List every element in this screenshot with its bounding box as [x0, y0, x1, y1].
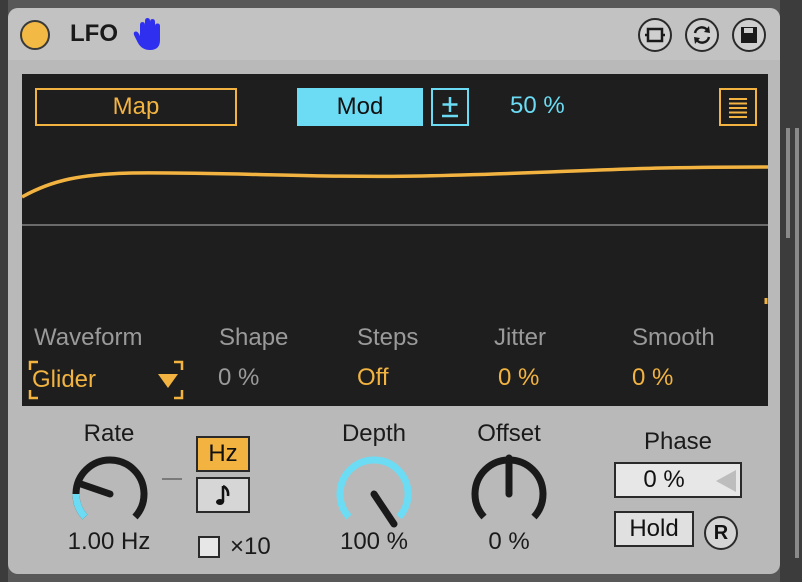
- hand-icon: [132, 16, 164, 52]
- waveform-display: [22, 165, 768, 304]
- right-edge-line: [786, 128, 790, 238]
- note-icon: [216, 484, 230, 505]
- note-button[interactable]: [196, 477, 250, 513]
- x10-label: ×10: [230, 533, 271, 560]
- mod-amount[interactable]: 50 %: [510, 88, 565, 124]
- menu-icon[interactable]: [719, 88, 757, 126]
- waveform-dropdown[interactable]: Glider: [28, 360, 184, 400]
- phase-label: Phase: [643, 428, 713, 455]
- depth-label: Depth: [341, 420, 407, 447]
- steps-value[interactable]: Off: [357, 364, 389, 392]
- phase-slider[interactable]: 0 %: [614, 462, 742, 498]
- device-icon[interactable]: [638, 18, 672, 52]
- depth-value: 100 %: [339, 528, 409, 555]
- waveform-curve: [22, 165, 768, 199]
- right-edge-line-2: [795, 128, 799, 558]
- retrigger-button[interactable]: R: [704, 516, 738, 550]
- jitter-label: Jitter: [494, 324, 547, 351]
- shape-value[interactable]: 0 %: [218, 364, 259, 392]
- x10-checkbox[interactable]: [198, 536, 220, 558]
- jitter-value[interactable]: 0 %: [498, 364, 539, 392]
- rate-value: 1.00 Hz: [67, 528, 151, 555]
- rate-link-line: [162, 478, 182, 480]
- device-title-bar: LFO: [8, 8, 780, 60]
- offset-value: 0 %: [488, 528, 530, 555]
- waveform-value: Glider: [32, 366, 97, 393]
- hold-button[interactable]: Hold: [614, 511, 694, 547]
- steps-label: Steps: [357, 324, 419, 351]
- shape-label: Shape: [219, 324, 289, 351]
- left-edge: [0, 0, 8, 582]
- device-title: LFO: [70, 20, 118, 47]
- save-icon[interactable]: [732, 18, 766, 52]
- waveform-label: Waveform: [34, 324, 143, 351]
- smooth-label: Smooth: [632, 324, 715, 351]
- mod-button[interactable]: Mod: [297, 88, 423, 126]
- lfo-device: LFO Map Mod 50 % Waveform Shape Steps Ji…: [8, 8, 780, 574]
- offset-knob[interactable]: [465, 450, 553, 538]
- refresh-icon[interactable]: [685, 18, 719, 52]
- dropdown-arrow-icon: [156, 370, 180, 395]
- phase-value: 0 %: [643, 466, 685, 493]
- rate-label: Rate: [83, 420, 135, 447]
- hz-button[interactable]: Hz: [196, 436, 250, 472]
- offset-label: Offset: [477, 420, 541, 447]
- phase-arrow-icon: [716, 470, 736, 492]
- map-button[interactable]: Map: [35, 88, 237, 126]
- plus-minus-button[interactable]: [431, 88, 469, 126]
- depth-knob[interactable]: [330, 450, 418, 538]
- power-toggle-icon[interactable]: [20, 20, 50, 50]
- lfo-display: Map Mod 50 % Waveform Shape Steps Jitter…: [22, 74, 768, 406]
- hz-label: Hz: [208, 440, 238, 467]
- smooth-value[interactable]: 0 %: [632, 364, 673, 392]
- rate-knob[interactable]: [66, 450, 154, 538]
